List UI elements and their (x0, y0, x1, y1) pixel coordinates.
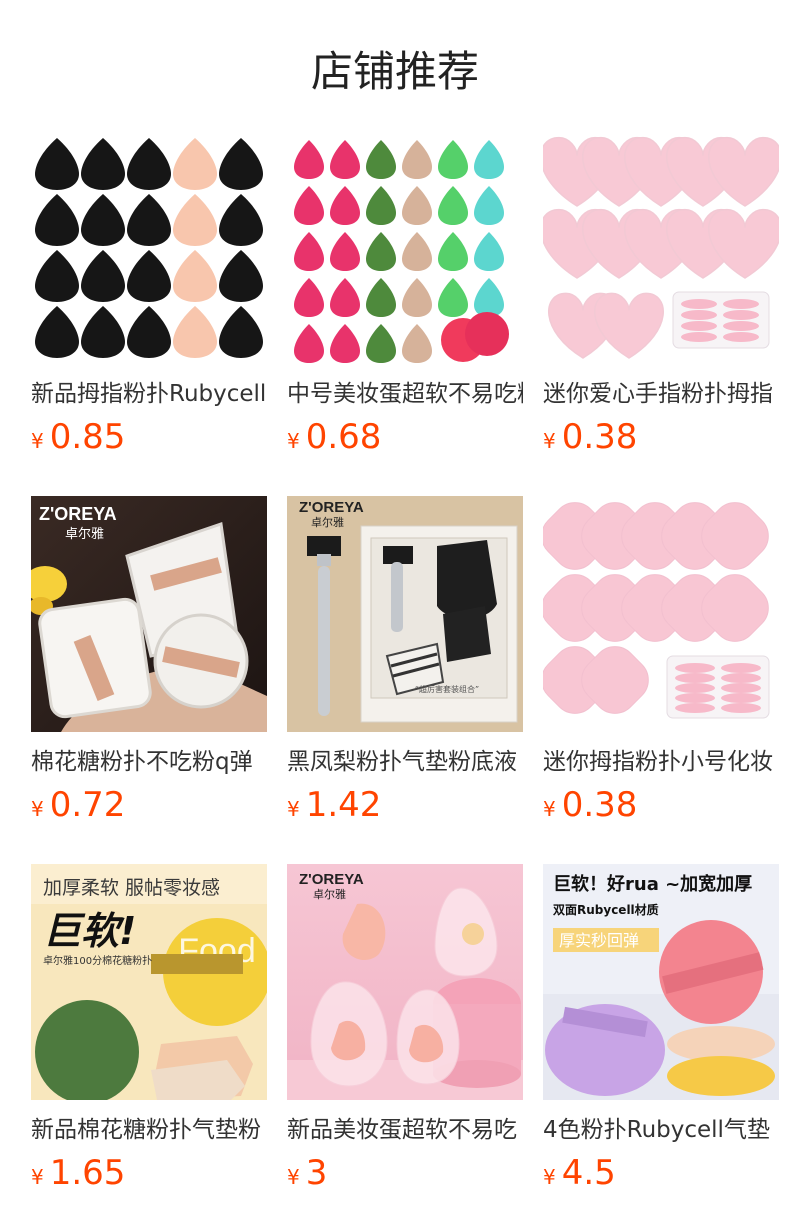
price-value: 4.5 (561, 1153, 616, 1193)
product-name[interactable]: 新品拇指粉扑Rubycell (31, 378, 267, 410)
brand-logo: Z'OREYA (299, 499, 364, 516)
page-title: 店铺推荐 (310, 47, 479, 96)
brand-logo-cn: 卓尔雅 (311, 515, 344, 529)
price-value: 1.65 (49, 1153, 126, 1193)
currency-symbol: ¥ (31, 797, 44, 821)
brand-logo: Z'OREYA (299, 871, 364, 888)
product-card[interactable]: 迷你爱心手指粉扑拇指 ¥0.38 (543, 128, 779, 496)
product-price: ¥4.5 (543, 1152, 779, 1194)
product-image[interactable] (287, 128, 523, 364)
price-value: 0.72 (49, 785, 126, 825)
product-price: ¥0.38 (543, 784, 779, 826)
product-card[interactable]: Z'OREYA 卓尔雅 “超厉害套装组合” 黑凤梨粉扑气垫粉底液 ¥1.42 (287, 496, 523, 864)
product-name[interactable]: 新品美妆蛋超软不易吃 (287, 1114, 523, 1146)
product-price: ¥0.85 (31, 416, 267, 458)
price-value: 0.85 (49, 417, 126, 457)
currency-symbol: ¥ (287, 797, 300, 821)
product-price: ¥1.65 (31, 1152, 267, 1194)
brand-logo-cn: 卓尔雅 (65, 527, 104, 542)
product-name[interactable]: 新品棉花糖粉扑气垫粉 (31, 1114, 267, 1146)
currency-symbol: ¥ (31, 1165, 44, 1189)
price-value: 0.38 (561, 785, 638, 825)
product-grid: 新品拇指粉扑Rubycell ¥0.85 中号美妆蛋超软不易吃粉 ¥0.68 迷… (31, 128, 779, 1232)
product-name[interactable]: 黑凤梨粉扑气垫粉底液 (287, 746, 523, 778)
product-card[interactable]: 巨软！好rua ~加宽加厚 双面Rubycell材质 厚实秒回弹 4色粉扑Rub… (543, 864, 779, 1232)
product-image[interactable]: Z'OREYA 卓尔雅 (287, 864, 523, 1100)
brand-logo-cn: 卓尔雅 (313, 887, 346, 901)
product-price: ¥0.38 (543, 416, 779, 458)
product-image[interactable] (543, 128, 779, 364)
banner-big-text: 巨软! (43, 909, 136, 953)
product-card[interactable]: 中号美妆蛋超软不易吃粉 ¥0.68 (287, 128, 523, 496)
product-card[interactable]: Z'OREYA 卓尔雅 新品美妆蛋超软不易吃 ¥3 (287, 864, 523, 1232)
brand-logo: Z'OREYA (39, 504, 117, 524)
price-value: 0.68 (305, 417, 382, 457)
product-card[interactable]: Food 加厚柔软 服帖零妆感 巨软! 卓尔雅100分棉花糖粉扑 新品棉花糖粉扑… (31, 864, 267, 1232)
product-name[interactable]: 4色粉扑Rubycell气垫 (543, 1114, 779, 1146)
box-label: “超厉害套装组合” (415, 684, 479, 694)
product-price: ¥3 (287, 1152, 523, 1194)
currency-symbol: ¥ (543, 429, 556, 453)
currency-symbol: ¥ (31, 429, 44, 453)
banner-subtitle: 双面Rubycell材质 (553, 902, 659, 917)
currency-symbol: ¥ (543, 1165, 556, 1189)
product-name[interactable]: 迷你拇指粉扑小号化妆 (543, 746, 779, 778)
product-price: ¥0.72 (31, 784, 267, 826)
product-image[interactable] (543, 496, 779, 732)
price-value: 3 (305, 1153, 328, 1193)
product-name[interactable]: 中号美妆蛋超软不易吃粉 (287, 378, 523, 410)
banner-tag: 厚实秒回弹 (559, 931, 639, 950)
product-price: ¥1.42 (287, 784, 523, 826)
banner-headline: 巨软！好rua ~加宽加厚 (553, 873, 752, 895)
product-image[interactable]: Z'OREYA 卓尔雅 (31, 496, 267, 732)
price-value: 0.38 (561, 417, 638, 457)
product-card[interactable]: Z'OREYA 卓尔雅 棉花糖粉扑不吃粉q弹 ¥0.72 (31, 496, 267, 864)
product-name[interactable]: 棉花糖粉扑不吃粉q弹 (31, 746, 267, 778)
product-image[interactable]: Food 加厚柔软 服帖零妆感 巨软! 卓尔雅100分棉花糖粉扑 (31, 864, 267, 1100)
product-image[interactable]: Z'OREYA 卓尔雅 “超厉害套装组合” (287, 496, 523, 732)
price-value: 1.42 (305, 785, 382, 825)
currency-symbol: ¥ (543, 797, 556, 821)
currency-symbol: ¥ (287, 1165, 300, 1189)
product-name[interactable]: 迷你爱心手指粉扑拇指 (543, 378, 779, 410)
product-price: ¥0.68 (287, 416, 523, 458)
product-image[interactable] (31, 128, 267, 364)
product-card[interactable]: 新品拇指粉扑Rubycell ¥0.85 (31, 128, 267, 496)
product-card[interactable]: 迷你拇指粉扑小号化妆 ¥0.38 (543, 496, 779, 864)
product-image[interactable]: 巨软！好rua ~加宽加厚 双面Rubycell材质 厚实秒回弹 (543, 864, 779, 1100)
banner-headline: 加厚柔软 服帖零妆感 (43, 877, 220, 899)
currency-symbol: ¥ (287, 429, 300, 453)
banner-small-text: 卓尔雅100分棉花糖粉扑 (43, 954, 152, 967)
